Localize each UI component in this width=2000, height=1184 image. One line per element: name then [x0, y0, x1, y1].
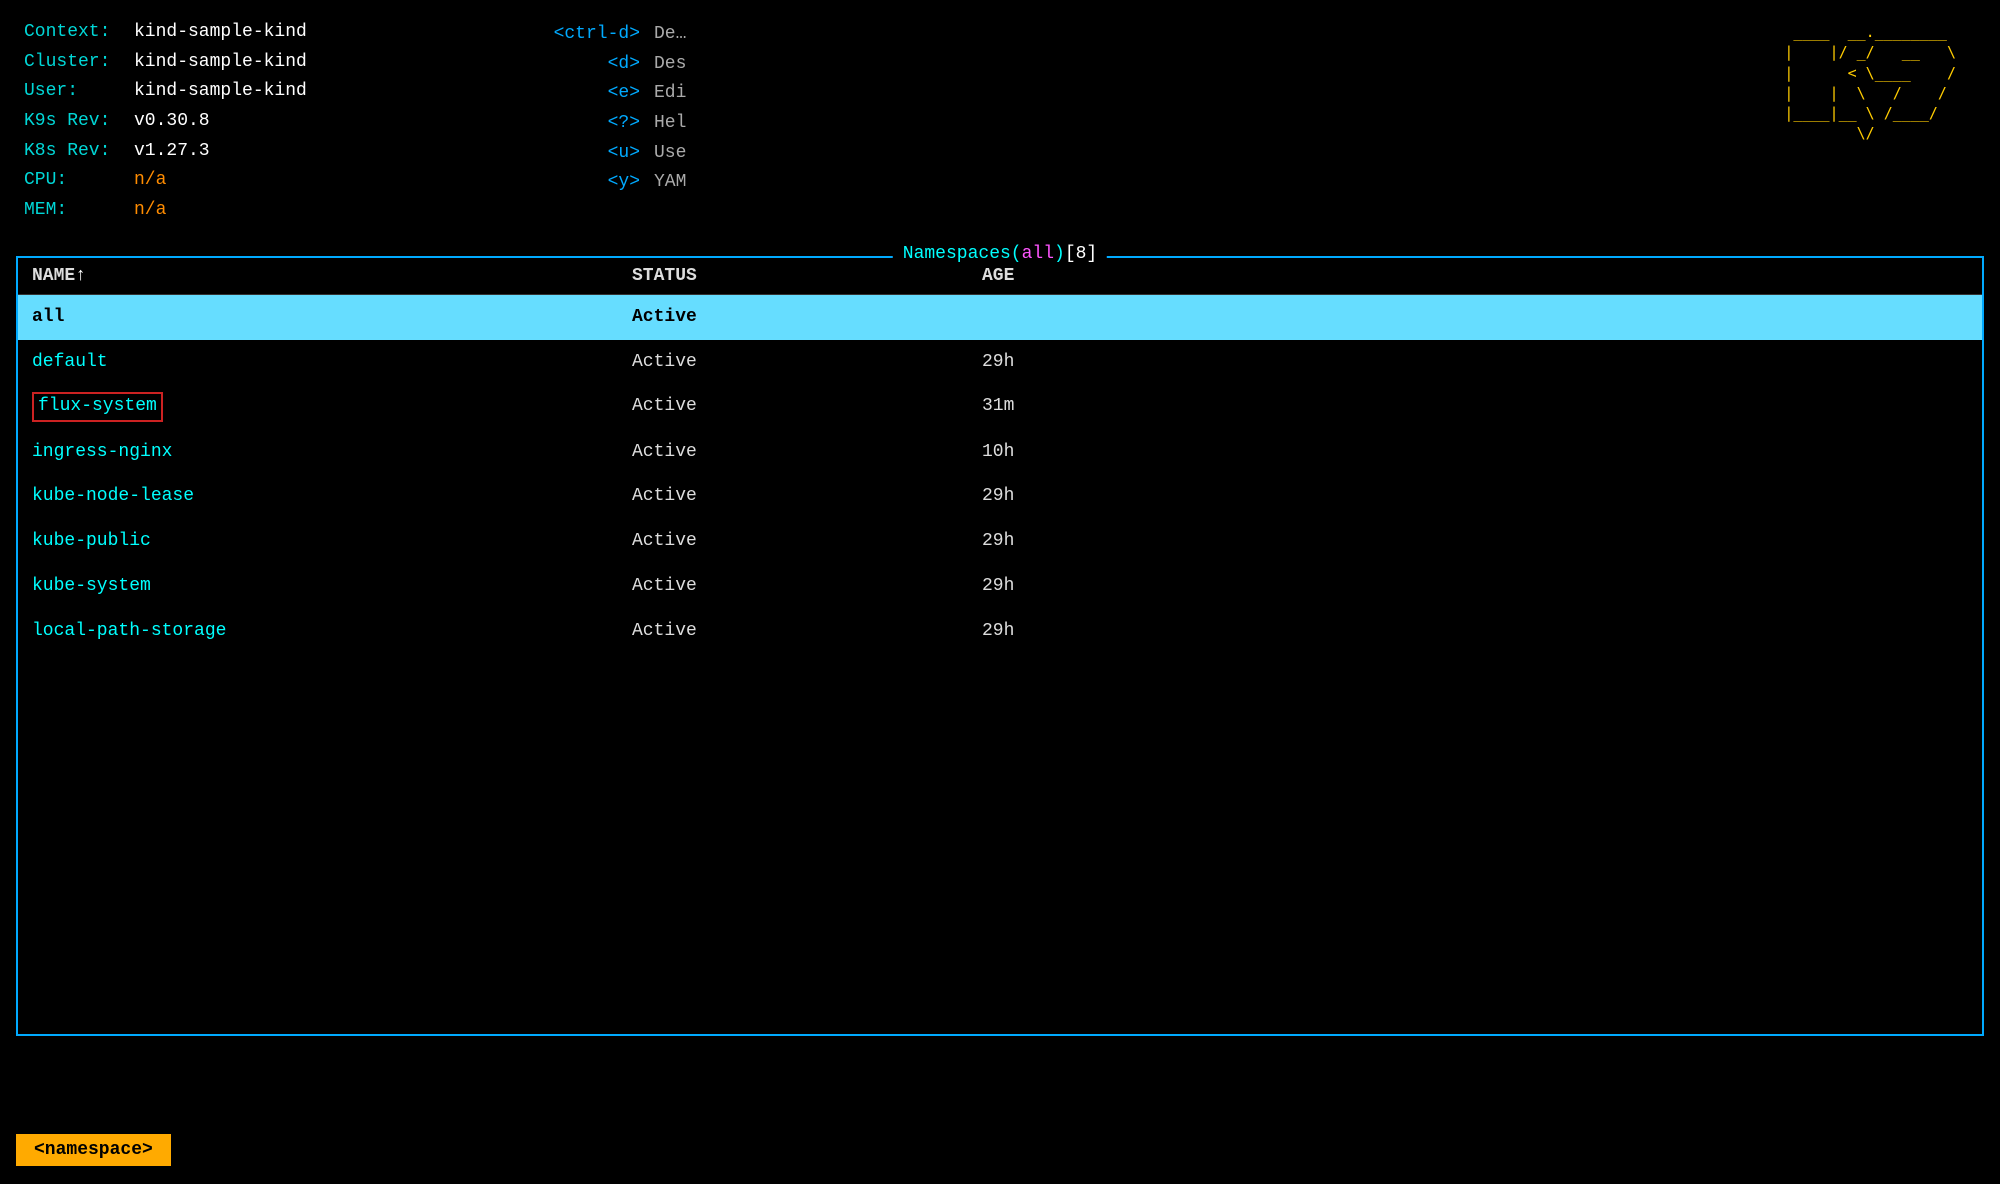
row-name-kube-system: kube-system — [32, 572, 632, 601]
mem-row: MEM: n/a — [24, 196, 544, 226]
row-age-all — [982, 303, 1968, 332]
panel-title-all: all — [1022, 244, 1054, 264]
shortcut-key-y: <y> — [544, 168, 654, 198]
cpu-row: CPU: n/a — [24, 166, 544, 196]
shortcut-key-help: <?> — [544, 109, 654, 139]
shortcut-key-d: <d> — [544, 50, 654, 80]
shortcut-key-e: <e> — [544, 79, 654, 109]
shortcut-desc-ctrl-d: De… — [654, 20, 686, 50]
context-row: Context: kind-sample-kind — [24, 18, 544, 48]
shortcut-desc-y: YAM — [654, 168, 686, 198]
row-name-all: all — [32, 303, 632, 332]
flux-box: flux-system — [32, 392, 163, 421]
table-row[interactable]: kube-system Active 29h — [18, 564, 1982, 609]
row-status-default: Active — [632, 348, 982, 377]
row-status-all: Active — [632, 303, 982, 332]
row-age-kube-system: 29h — [982, 572, 1968, 601]
row-status-local-path-storage: Active — [632, 617, 982, 646]
k8s-rev-row: K8s Rev: v1.27.3 — [24, 137, 544, 167]
bottom-bar: <namespace> — [16, 1134, 171, 1166]
row-status-kube-public: Active — [632, 527, 982, 556]
row-name-kube-public: kube-public — [32, 527, 632, 556]
row-age-kube-node-lease: 29h — [982, 482, 1968, 511]
top-panel: Context: kind-sample-kind Cluster: kind-… — [0, 0, 2000, 236]
shortcut-key-u: <u> — [544, 139, 654, 169]
table-row[interactable]: default Active 29h — [18, 340, 1982, 385]
row-age-local-path-storage: 29h — [982, 617, 1968, 646]
context-value: kind-sample-kind — [134, 18, 307, 48]
cpu-label: CPU: — [24, 166, 134, 196]
shortcut-key-ctrl-d: <ctrl-d> — [544, 20, 654, 50]
row-age-flux-system: 31m — [982, 392, 1968, 421]
row-age-ingress-nginx: 10h — [982, 438, 1968, 467]
col-header-name: NAME↑ — [32, 266, 632, 286]
row-status-ingress-nginx: Active — [632, 438, 982, 467]
row-age-kube-public: 29h — [982, 527, 1968, 556]
shortcut-panel: <ctrl-d> De… <d> Des <e> Edi <?> Hel <u>… — [544, 18, 924, 226]
cluster-label: Cluster: — [24, 48, 134, 78]
panel-title-close: ) — [1054, 244, 1065, 264]
row-age-default: 29h — [982, 348, 1968, 377]
panel-title-ns: Namespaces( — [903, 244, 1022, 264]
table-row[interactable]: local-path-storage Active 29h — [18, 609, 1982, 654]
k9s-rev-row: K9s Rev: v0.30.8 — [24, 107, 544, 137]
table-row[interactable]: ingress-nginx Active 10h — [18, 430, 1982, 475]
context-label: Context: — [24, 18, 134, 48]
shortcut-desc-d: Des — [654, 50, 686, 80]
cluster-row: Cluster: kind-sample-kind — [24, 48, 544, 78]
logo-area: ____ __.________ | |/ _/ __ \ | < \____ … — [924, 18, 1976, 226]
k9s-rev-label: K9s Rev: — [24, 107, 134, 137]
shortcut-desc-help: Hel — [654, 109, 686, 139]
shortcut-desc-u: Use — [654, 139, 686, 169]
table-row[interactable]: kube-node-lease Active 29h — [18, 474, 1982, 519]
k8s-rev-value: v1.27.3 — [134, 137, 210, 167]
row-name-local-path-storage: local-path-storage — [32, 617, 632, 646]
user-label: User: — [24, 77, 134, 107]
table-row[interactable]: kube-public Active 29h — [18, 519, 1982, 564]
row-status-kube-system: Active — [632, 572, 982, 601]
row-status-flux-system: Active — [632, 392, 982, 421]
col-header-status: STATUS — [632, 266, 982, 286]
k8s-rev-label: K8s Rev: — [24, 137, 134, 167]
info-left: Context: kind-sample-kind Cluster: kind-… — [24, 18, 544, 226]
k9s-rev-value: v0.30.8 — [134, 107, 210, 137]
table-row[interactable]: flux-system Active 31m — [18, 384, 1982, 429]
row-name-kube-node-lease: kube-node-lease — [32, 482, 632, 511]
main-panel: Namespaces(all)[8] NAME↑ STATUS AGE all … — [16, 256, 1984, 1036]
shortcut-e: <e> Edi — [544, 79, 924, 109]
user-value: kind-sample-kind — [134, 77, 307, 107]
row-status-kube-node-lease: Active — [632, 482, 982, 511]
row-name-flux-system: flux-system — [32, 392, 632, 421]
user-row: User: kind-sample-kind — [24, 77, 544, 107]
namespace-badge[interactable]: <namespace> — [16, 1134, 171, 1166]
shortcut-y: <y> YAM — [544, 168, 924, 198]
panel-title-count: [8] — [1065, 244, 1097, 264]
cpu-value: n/a — [134, 166, 166, 196]
row-name-default: default — [32, 348, 632, 377]
cluster-value: kind-sample-kind — [134, 48, 307, 78]
empty-space — [18, 654, 1982, 1034]
mem-value: n/a — [134, 196, 166, 226]
mem-label: MEM: — [24, 196, 134, 226]
shortcut-desc-e: Edi — [654, 79, 686, 109]
shortcut-help: <?> Hel — [544, 109, 924, 139]
panel-title: Namespaces(all)[8] — [893, 244, 1107, 264]
shortcut-u: <u> Use — [544, 139, 924, 169]
table-row[interactable]: all Active — [18, 295, 1982, 340]
logo-ascii: ____ __.________ | |/ _/ __ \ | < \____ … — [1748, 22, 1956, 144]
shortcut-d: <d> Des — [544, 50, 924, 80]
row-name-ingress-nginx: ingress-nginx — [32, 438, 632, 467]
shortcut-ctrl-d: <ctrl-d> De… — [544, 20, 924, 50]
col-header-age: AGE — [982, 266, 1968, 286]
